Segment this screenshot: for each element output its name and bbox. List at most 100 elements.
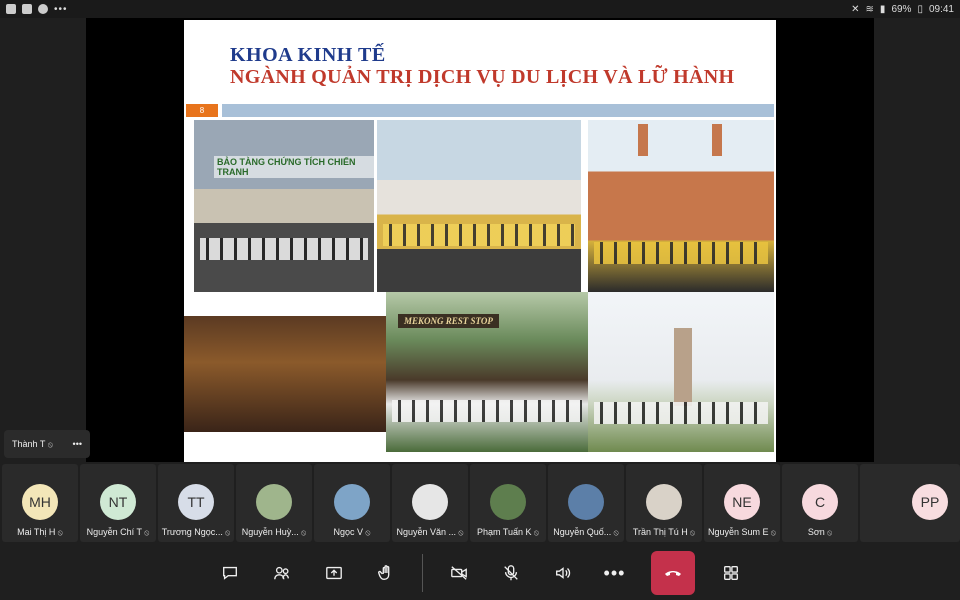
grid-layout-icon [723, 566, 738, 580]
participant-name-text: Nguyễn Sum E [708, 527, 769, 537]
call-controls-toolbar: ••• [0, 546, 960, 600]
signal-icon: ▮ [879, 3, 886, 15]
battery-level: 69% [891, 3, 912, 15]
self-tile-menu-button[interactable]: ••• [73, 439, 82, 449]
chat-button[interactable] [214, 557, 246, 589]
mic-off-icon: ⦸ [55, 528, 63, 537]
mic-off-icon: ⦸ [768, 528, 776, 537]
status-bar: ••• ✕ ≋ ▮ 69% ▯ 09:41 [0, 0, 960, 18]
more-options-button[interactable]: ••• [599, 557, 631, 589]
avatar: TT [178, 484, 214, 520]
participant-name-text: Nguyễn Quố... [553, 527, 612, 537]
monument-tower [674, 328, 692, 406]
overflow-participant-tile[interactable]: PP [860, 464, 960, 542]
avatar [568, 484, 604, 520]
mic-off-icon: ⦸ [298, 528, 307, 537]
avatar [256, 484, 292, 520]
participant-tile[interactable]: Trần Thị Tú H ⦸ [626, 464, 702, 542]
participant-name-text: Nguyễn Huỳ... [241, 527, 299, 537]
participant-name: Nguyễn Chí T ⦸ [80, 527, 156, 538]
mic-off-icon: ⦸ [824, 528, 833, 537]
cathedral-spire [712, 124, 722, 156]
mic-off-icon: ⦸ [611, 528, 619, 537]
presentation-slide: KHOA KINH TẾ NGÀNH QUẢN TRỊ DỊCH VỤ DU L… [184, 20, 776, 462]
participant-tile[interactable]: NT Nguyễn Chí T ⦸ [80, 464, 156, 542]
slide-title-major: NGÀNH QUẢN TRỊ DỊCH VỤ DU LỊCH VÀ LỮ HÀN… [230, 66, 735, 88]
photo-monument [588, 292, 774, 452]
phone-hangup-icon [664, 571, 681, 576]
avatar [490, 484, 526, 520]
mic-off-icon: ⦸ [363, 528, 371, 537]
participant-name: Nguyễn Quố... ⦸ [548, 527, 624, 538]
chat-icon [222, 566, 237, 580]
participant-tile[interactable]: NE Nguyễn Sum E ⦸ [704, 464, 780, 542]
participant-name: Nguyễn Sum E ⦸ [704, 527, 780, 538]
speaker-button[interactable] [547, 557, 579, 589]
participant-tile[interactable]: Nguyễn Huỳ... ⦸ [236, 464, 312, 542]
participant-name: Nguyễn Huỳ... ⦸ [236, 527, 312, 538]
participant-name: Nguyễn Văn ... ⦸ [392, 527, 468, 538]
slide-page-number: 8 [186, 104, 218, 117]
hang-up-button[interactable] [650, 551, 695, 595]
participant-tile[interactable]: Ngọc V ⦸ [314, 464, 390, 542]
mic-off-icon: ⦸ [531, 528, 539, 537]
photo-independence-palace [377, 120, 581, 292]
mic-off-icon: ⦸ [456, 528, 464, 537]
participant-name-text: Trần Thị Tú H [632, 527, 688, 537]
participant-name-text: Mai Thị H [17, 527, 56, 537]
self-video-tile[interactable]: Thành T ⦸ ••• [4, 430, 90, 458]
meeting-app: ••• ✕ ≋ ▮ 69% ▯ 09:41 KHOA KINH TẾ NGÀNH… [0, 0, 960, 600]
avatar: PP [912, 484, 948, 520]
share-screen-icon [325, 566, 342, 580]
participant-name: Trương Ngọc... ⦸ [158, 527, 234, 538]
battery-icon: ▯ [917, 3, 923, 15]
avatar [412, 484, 448, 520]
avatar [334, 484, 370, 520]
avatar: MH [22, 484, 58, 520]
photo-mekong-rest-stop: MEKONG REST STOP [386, 292, 588, 452]
status-bar-left: ••• [6, 4, 68, 15]
mic-off-icon: ⦸ [47, 439, 53, 449]
facebook-icon [6, 4, 16, 14]
participant-tile[interactable]: Phạm Tuấn K ⦸ [470, 464, 546, 542]
mic-off-icon: ⦸ [141, 528, 150, 537]
participant-name-text: Nguyễn Chí T [86, 527, 142, 537]
layout-button[interactable] [715, 557, 747, 589]
mic-off-icon: ⦸ [222, 528, 231, 537]
raise-hand-button[interactable] [370, 557, 402, 589]
notification-overflow: ••• [54, 3, 68, 15]
photo-conference-hall [184, 316, 386, 432]
share-screen-button[interactable] [318, 557, 350, 589]
participant-name: Phạm Tuấn K ⦸ [470, 527, 546, 538]
participant-name: Mai Thị H ⦸ [2, 527, 78, 538]
people-icon [273, 566, 289, 580]
avatar [646, 484, 682, 520]
participant-name-text: Sơn [807, 527, 825, 537]
participant-tile[interactable]: C Sơn ⦸ [782, 464, 858, 542]
participant-name: Sơn ⦸ [782, 527, 858, 538]
participant-tile[interactable]: Nguyễn Quố... ⦸ [548, 464, 624, 542]
slide-title-faculty: KHOA KINH TẾ [230, 44, 386, 66]
speaker-icon [555, 567, 570, 579]
clock: 09:41 [928, 3, 954, 15]
participant-name: Ngọc V ⦸ [314, 527, 390, 538]
participants-button[interactable] [266, 557, 298, 589]
participant-tile[interactable]: TT Trương Ngọc... ⦸ [158, 464, 234, 542]
rest-stop-sign: MEKONG REST STOP [398, 314, 499, 328]
cathedral-spire [638, 124, 648, 156]
participant-name: Trần Thị Tú H ⦸ [626, 527, 702, 538]
avatar: NE [724, 484, 760, 520]
gallery-icon [22, 4, 32, 14]
self-name: Thành T ⦸ [12, 439, 53, 450]
self-name-text: Thành T [12, 438, 46, 449]
camera-toggle-button[interactable] [443, 557, 475, 589]
participant-tile[interactable]: Nguyễn Văn ... ⦸ [392, 464, 468, 542]
mic-off-icon [503, 565, 518, 581]
mute-icon: ✕ [851, 3, 860, 15]
participant-tile[interactable]: MH Mai Thị H ⦸ [2, 464, 78, 542]
wifi-icon: ≋ [865, 3, 874, 15]
mic-toggle-button[interactable] [495, 557, 527, 589]
student-group [200, 238, 368, 260]
camera-off-icon [450, 566, 467, 580]
student-group [594, 242, 768, 264]
